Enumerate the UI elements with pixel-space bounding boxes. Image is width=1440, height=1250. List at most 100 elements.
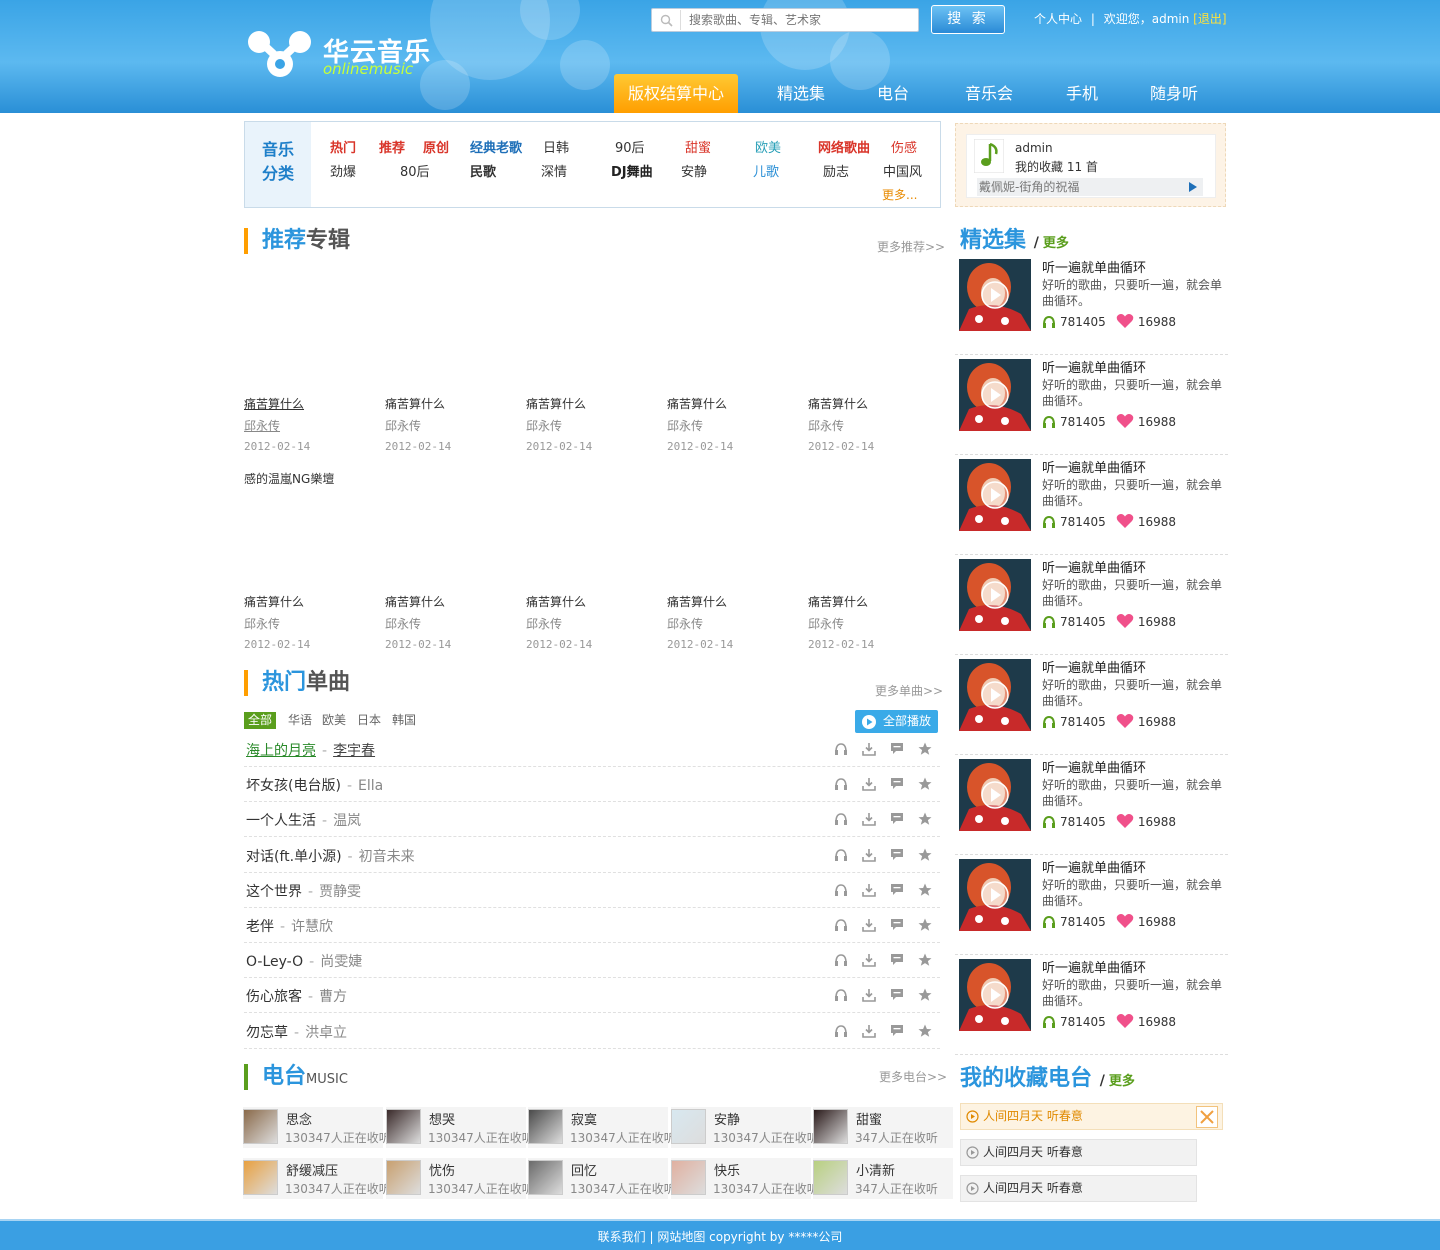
comment-icon[interactable]	[890, 883, 904, 897]
song-artist-link[interactable]: 许慧欣	[291, 919, 333, 935]
pick-thumbnail[interactable]	[959, 959, 1031, 1031]
search-input[interactable]	[680, 10, 915, 30]
category-link[interactable]: 欧美	[755, 137, 781, 156]
pick-title[interactable]: 听一遍就单曲循环	[1042, 757, 1146, 776]
heart-icon[interactable]	[1116, 513, 1134, 529]
song-artist-link[interactable]: 李宇春	[333, 743, 375, 759]
play-arrow-icon[interactable]	[1189, 182, 1197, 192]
play-circle-icon[interactable]	[966, 1182, 979, 1195]
pick-item[interactable]: 听一遍就单曲循环 好听的歌曲，只要听一遍，就会单曲循环。 781405 16988	[955, 855, 1228, 955]
song-row[interactable]: 坏女孩(电台版) - Ella	[244, 767, 940, 803]
song-artist-link[interactable]: 洪卓立	[305, 1025, 347, 1041]
star-icon[interactable]	[918, 988, 932, 1002]
pick-thumbnail[interactable]	[959, 859, 1031, 931]
picks-more-link[interactable]: 更多	[1043, 236, 1069, 251]
star-icon[interactable]	[918, 742, 932, 756]
album-cover[interactable]	[667, 470, 797, 586]
pick-thumbnail[interactable]	[959, 759, 1031, 831]
song-title-link[interactable]: 伤心旅客	[246, 989, 302, 1005]
radio-name[interactable]: 回忆	[571, 1160, 597, 1179]
song-title-link[interactable]: 坏女孩(电台版)	[246, 778, 341, 794]
nav-picks[interactable]: 精选集	[764, 74, 838, 113]
album-name[interactable]: 痛苦算什么	[244, 395, 304, 412]
album-card[interactable]: 感的温嵐NG樂壇 痛苦算什么 邱永传 2012-02-14	[244, 470, 374, 651]
album-artist[interactable]: 邱永传	[244, 417, 280, 434]
tab-all[interactable]: 全部	[244, 712, 277, 729]
category-link[interactable]: 甜蜜	[685, 137, 711, 156]
radio-name[interactable]: 快乐	[714, 1160, 740, 1179]
heart-icon[interactable]	[1116, 313, 1134, 329]
album-cover[interactable]	[244, 272, 374, 388]
pick-title[interactable]: 听一遍就单曲循环	[1042, 357, 1146, 376]
song-row[interactable]: 对话(ft.单小源) - 初音未来	[244, 838, 940, 873]
album-cover[interactable]	[385, 272, 515, 388]
category-link[interactable]: 网络歌曲	[818, 137, 870, 156]
pick-item[interactable]: 听一遍就单曲循环 好听的歌曲，只要听一遍，就会单曲循环。 781405 16988	[955, 555, 1228, 655]
album-artist[interactable]: 邱永传	[244, 615, 280, 632]
headphones-icon[interactable]	[834, 812, 848, 826]
radio-item[interactable]: 回忆 130347人正在收听	[528, 1158, 676, 1199]
album-artist[interactable]: 邱永传	[385, 615, 421, 632]
radio-name[interactable]: 小清新	[856, 1160, 895, 1179]
song-row[interactable]: 伤心旅客 - 曹方	[244, 978, 940, 1014]
pick-title[interactable]: 听一遍就单曲循环	[1042, 557, 1146, 576]
category-link[interactable]: 90后	[615, 137, 645, 156]
comment-icon[interactable]	[890, 1024, 904, 1038]
album-card[interactable]: 痛苦算什么 邱永传 2012-02-14	[526, 470, 656, 651]
album-cover[interactable]	[526, 470, 656, 586]
pick-thumbnail[interactable]	[959, 659, 1031, 731]
logout-link[interactable]: [退出]	[1193, 12, 1226, 26]
category-link[interactable]: 伤感	[891, 137, 917, 156]
close-button[interactable]	[1196, 1106, 1218, 1128]
radio-name[interactable]: 寂寞	[571, 1109, 597, 1128]
album-name[interactable]: 痛苦算什么	[667, 395, 727, 412]
tab-western[interactable]: 欧美	[322, 712, 346, 729]
category-link[interactable]: 热门	[330, 137, 356, 156]
album-cover[interactable]	[526, 272, 656, 388]
download-icon[interactable]	[862, 777, 876, 791]
heart-icon[interactable]	[1116, 713, 1134, 729]
radio-thumbnail[interactable]	[528, 1160, 563, 1195]
song-title-link[interactable]: O-Ley-O	[246, 954, 303, 970]
download-icon[interactable]	[862, 918, 876, 932]
radio-item[interactable]: 想哭 130347人正在收听	[386, 1107, 534, 1148]
play-circle-icon[interactable]	[966, 1146, 979, 1159]
download-icon[interactable]	[862, 742, 876, 756]
album-cover[interactable]: 感的温嵐NG樂壇	[244, 470, 374, 586]
pick-item[interactable]: 听一遍就单曲循环 好听的歌曲，只要听一遍，就会单曲循环。 781405 16988	[955, 655, 1228, 755]
star-icon[interactable]	[918, 883, 932, 897]
album-card[interactable]: 痛苦算什么 邱永传 2012-02-14	[808, 272, 938, 453]
song-title-link[interactable]: 这个世界	[246, 884, 302, 900]
album-artist[interactable]: 邱永传	[526, 615, 562, 632]
star-icon[interactable]	[918, 1024, 932, 1038]
radio-item[interactable]: 安静 130347人正在收听	[671, 1107, 819, 1148]
radio-item[interactable]: 寂寞 130347人正在收听	[528, 1107, 676, 1148]
headphones-icon[interactable]	[834, 883, 848, 897]
category-link[interactable]: 日韩	[543, 137, 569, 156]
pick-thumbnail[interactable]	[959, 459, 1031, 531]
play-all-button[interactable]: 全部播放	[855, 710, 938, 733]
comment-icon[interactable]	[890, 777, 904, 791]
radio-name[interactable]: 甜蜜	[856, 1109, 882, 1128]
album-artist[interactable]: 邱永传	[667, 417, 703, 434]
radio-name[interactable]: 想哭	[429, 1109, 455, 1128]
download-icon[interactable]	[862, 883, 876, 897]
star-icon[interactable]	[918, 812, 932, 826]
category-link[interactable]: 民歌	[470, 161, 496, 180]
pick-title[interactable]: 听一遍就单曲循环	[1042, 457, 1146, 476]
user-favorites-count[interactable]: 我的收藏 11 首	[1015, 158, 1098, 175]
download-icon[interactable]	[862, 1024, 876, 1038]
pick-thumbnail[interactable]	[959, 259, 1031, 331]
nav-concert[interactable]: 音乐会	[959, 74, 1019, 113]
comment-icon[interactable]	[890, 988, 904, 1002]
album-name[interactable]: 痛苦算什么	[808, 395, 868, 412]
song-row[interactable]: 老伴 - 许慧欣	[244, 908, 940, 943]
radio-item[interactable]: 快乐 130347人正在收听	[671, 1158, 819, 1199]
album-card[interactable]: 痛苦算什么 邱永传 2012-02-14	[667, 272, 797, 453]
play-circle-icon[interactable]	[966, 1110, 979, 1123]
song-artist-link[interactable]: 贾静雯	[319, 884, 361, 900]
pick-item[interactable]: 听一遍就单曲循环 好听的歌曲，只要听一遍，就会单曲循环。 781405 16988	[955, 355, 1228, 455]
radio-thumbnail[interactable]	[386, 1160, 421, 1195]
tab-korea[interactable]: 韩国	[392, 712, 416, 729]
category-link[interactable]: 中国风	[883, 161, 922, 180]
